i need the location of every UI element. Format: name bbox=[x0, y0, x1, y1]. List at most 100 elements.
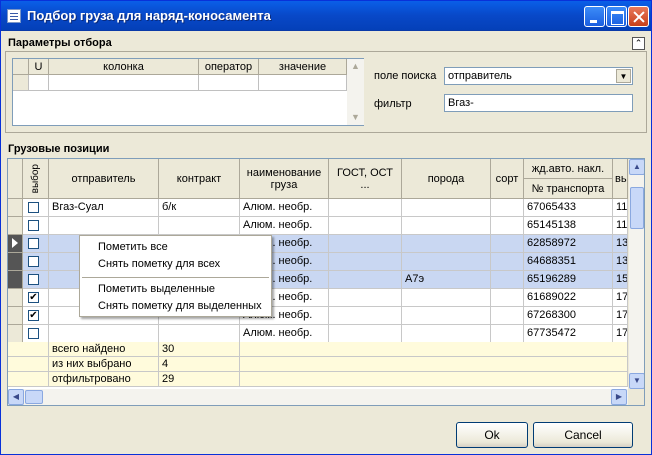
cell-sort[interactable] bbox=[491, 289, 524, 307]
cell-gost[interactable] bbox=[329, 217, 402, 235]
cell-cargo-name[interactable]: Алюм. необр. bbox=[240, 217, 329, 235]
cell-breed[interactable] bbox=[402, 199, 491, 217]
cell-transport[interactable]: 62858972 bbox=[524, 235, 613, 253]
column-header-operator[interactable]: оператор bbox=[199, 59, 259, 75]
search-field-select[interactable]: отправитель ▼ bbox=[444, 67, 633, 85]
cell-sender[interactable]: Вгаз-Суал bbox=[49, 199, 159, 217]
row-checkbox[interactable] bbox=[28, 256, 39, 267]
cell-sender[interactable] bbox=[49, 325, 159, 343]
close-button[interactable] bbox=[628, 6, 649, 27]
row-checkbox[interactable]: ✔ bbox=[28, 292, 39, 303]
cell-breed[interactable] bbox=[402, 235, 491, 253]
cell-contract[interactable]: б/к bbox=[159, 199, 240, 217]
cargo-grid-vscroll[interactable]: ▲ ▼ bbox=[628, 159, 644, 389]
row-checkbox[interactable] bbox=[28, 328, 39, 339]
cell-gost[interactable] bbox=[329, 235, 402, 253]
cell-sort[interactable] bbox=[491, 307, 524, 325]
cell-sort[interactable] bbox=[491, 217, 524, 235]
cell-extra[interactable]: 11. bbox=[613, 199, 628, 217]
row-indicator[interactable] bbox=[8, 253, 23, 271]
cancel-button[interactable]: Cancel bbox=[533, 422, 633, 448]
collapse-icon[interactable]: ⌃ bbox=[632, 37, 645, 50]
minimize-button[interactable] bbox=[584, 6, 605, 27]
title-bar[interactable]: Подбор груза для наряд-коносамента bbox=[1, 1, 651, 31]
cell-breed[interactable] bbox=[402, 253, 491, 271]
cell-extra[interactable]: 15. bbox=[613, 271, 628, 289]
cell-extra[interactable]: 17. bbox=[613, 289, 628, 307]
cell-transport[interactable]: 67268300 bbox=[524, 307, 613, 325]
cell-sort[interactable] bbox=[491, 199, 524, 217]
cell-extra[interactable]: 13. bbox=[613, 253, 628, 271]
column-header-sender[interactable]: отправитель bbox=[49, 159, 159, 199]
cell-sort[interactable] bbox=[491, 253, 524, 271]
menu-item-unmark-selected[interactable]: Снять пометку для выделенных bbox=[98, 298, 262, 314]
mini-cell-column[interactable] bbox=[49, 75, 199, 91]
column-header-value[interactable]: значение bbox=[259, 59, 347, 75]
row-indicator[interactable] bbox=[8, 199, 23, 217]
mini-cell-value[interactable] bbox=[259, 75, 347, 91]
column-header-u[interactable]: U bbox=[29, 59, 49, 75]
cell-extra[interactable]: 11. bbox=[613, 217, 628, 235]
cell-breed[interactable] bbox=[402, 325, 491, 343]
cell-breed[interactable] bbox=[402, 307, 491, 325]
cell-transport[interactable]: 61689022 bbox=[524, 289, 613, 307]
filter-input[interactable]: Вгаз- bbox=[444, 94, 633, 112]
mini-cell-u[interactable] bbox=[29, 75, 49, 91]
cell-gost[interactable] bbox=[329, 271, 402, 289]
column-header-breed[interactable]: порода bbox=[402, 159, 491, 199]
cell-sort[interactable] bbox=[491, 271, 524, 289]
cell-transport[interactable]: 65196289 bbox=[524, 271, 613, 289]
row-indicator[interactable] bbox=[8, 271, 23, 289]
row-indicator[interactable] bbox=[8, 217, 23, 235]
cell-transport[interactable]: 67065433 bbox=[524, 199, 613, 217]
cell-gost[interactable] bbox=[329, 289, 402, 307]
scroll-down-icon[interactable]: ▼ bbox=[629, 373, 644, 389]
cell-sort[interactable] bbox=[491, 325, 524, 343]
maximize-button[interactable] bbox=[606, 6, 627, 27]
cargo-grid-hscroll[interactable]: ◀ ▶ bbox=[8, 389, 628, 405]
cell-gost[interactable] bbox=[329, 325, 402, 343]
filter-conditions-grid[interactable]: U колонка оператор значение ▲ ▼ bbox=[12, 58, 364, 126]
cell-extra[interactable]: 17. bbox=[613, 325, 628, 343]
row-checkbox[interactable] bbox=[28, 202, 39, 213]
column-header-contract[interactable]: контракт bbox=[159, 159, 240, 199]
mini-grid-scrollbar[interactable]: ▲ ▼ bbox=[347, 59, 364, 125]
cell-transport[interactable]: 65145138 bbox=[524, 217, 613, 235]
row-checkbox[interactable]: ✔ bbox=[28, 310, 39, 321]
cell-gost[interactable] bbox=[329, 199, 402, 217]
cell-extra[interactable]: 17. bbox=[613, 307, 628, 325]
cell-breed[interactable] bbox=[402, 289, 491, 307]
hscroll-thumb[interactable] bbox=[25, 390, 43, 404]
menu-item-mark-all[interactable]: Пометить все bbox=[98, 239, 168, 255]
row-indicator[interactable] bbox=[8, 307, 23, 325]
ok-button[interactable]: Ok bbox=[456, 422, 528, 448]
mini-cell-operator[interactable] bbox=[199, 75, 259, 91]
column-header-extra[interactable]: вь bbox=[613, 159, 628, 199]
scroll-left-icon[interactable]: ◀ bbox=[8, 389, 24, 405]
column-header-cargo-name[interactable]: наименование груза bbox=[240, 159, 329, 199]
column-header-select[interactable]: выбор bbox=[23, 159, 49, 199]
cell-contract[interactable] bbox=[159, 217, 240, 235]
column-header-gost[interactable]: ГОСТ, ОСТ ... bbox=[329, 159, 402, 199]
menu-item-mark-selected[interactable]: Пометить выделенные bbox=[98, 281, 215, 297]
scroll-down-icon[interactable]: ▼ bbox=[347, 110, 364, 125]
cell-sender[interactable] bbox=[49, 217, 159, 235]
row-checkbox[interactable] bbox=[28, 274, 39, 285]
cell-sort[interactable] bbox=[491, 235, 524, 253]
cell-extra[interactable]: 13. bbox=[613, 235, 628, 253]
row-indicator[interactable] bbox=[8, 289, 23, 307]
row-indicator[interactable] bbox=[8, 325, 23, 343]
row-checkbox[interactable] bbox=[28, 238, 39, 249]
cell-breed[interactable]: А7э bbox=[402, 271, 491, 289]
row-indicator[interactable] bbox=[8, 235, 23, 253]
cell-contract[interactable] bbox=[159, 325, 240, 343]
column-header-sort[interactable]: сорт bbox=[491, 159, 524, 199]
column-header-waybill[interactable]: жд.авто. накл. № транспорта bbox=[524, 159, 613, 199]
cell-cargo-name[interactable]: Алюм. необр. bbox=[240, 325, 329, 343]
cell-transport[interactable]: 67735472 bbox=[524, 325, 613, 343]
table-row[interactable]: Вгаз-Суалб/кАлюм. необр. 6706543311. bbox=[8, 199, 628, 217]
cell-gost[interactable] bbox=[329, 253, 402, 271]
cell-transport[interactable]: 64688351 bbox=[524, 253, 613, 271]
scroll-up-icon[interactable]: ▲ bbox=[629, 159, 644, 175]
scroll-right-icon[interactable]: ▶ bbox=[611, 389, 627, 405]
